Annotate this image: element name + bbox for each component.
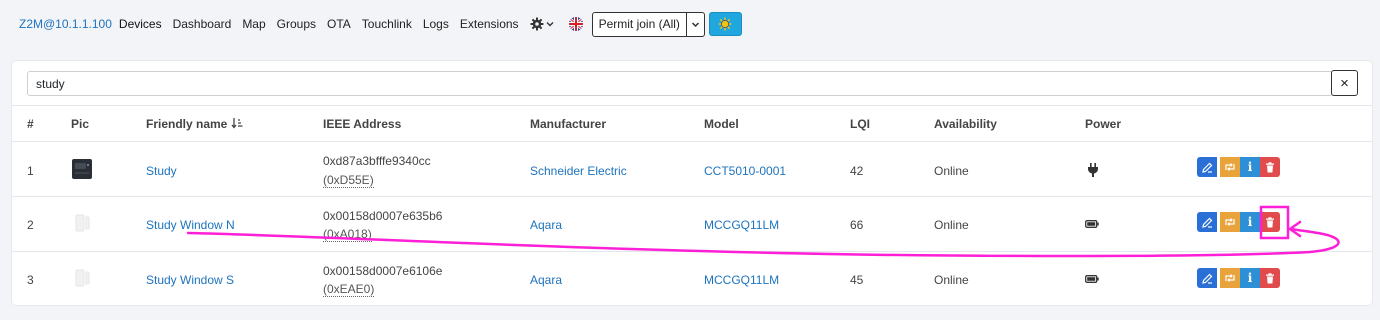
reconfigure-button[interactable]	[1220, 157, 1240, 177]
device-search-input[interactable]	[27, 71, 1333, 96]
caret-down-icon	[546, 22, 554, 27]
device-name-link[interactable]: Study Window S	[146, 273, 234, 287]
trash-icon	[1266, 216, 1274, 227]
col-header-lqi[interactable]: LQI	[850, 117, 870, 131]
lqi-value: 45	[850, 273, 864, 287]
table-divider	[12, 105, 1372, 106]
battery-icon	[1085, 275, 1099, 283]
col-header-friendly-name[interactable]: Friendly name	[146, 117, 243, 131]
lqi-value: 66	[850, 218, 864, 232]
info-button[interactable]: i	[1240, 157, 1260, 177]
nav-link-ota[interactable]: OTA	[327, 17, 351, 31]
reconfigure-button[interactable]	[1220, 268, 1240, 288]
edit-button[interactable]	[1197, 212, 1217, 232]
ieee-address: 0x00158d0007e635b6	[323, 209, 443, 223]
delete-button[interactable]	[1260, 157, 1280, 177]
nav-link-extensions[interactable]: Extensions	[460, 17, 519, 31]
retweet-icon	[1225, 163, 1235, 171]
table-divider	[12, 196, 1372, 197]
info-icon: i	[1247, 215, 1253, 229]
contact-sensor-image	[75, 269, 90, 287]
sort-ascending-icon	[231, 118, 243, 129]
model-link[interactable]: MCCGQ11LM	[704, 273, 779, 287]
model-link[interactable]: MCCGQ11LM	[704, 218, 779, 232]
edit-icon	[1201, 217, 1212, 228]
row-number: 3	[27, 273, 34, 287]
row-actions: i	[1197, 268, 1280, 288]
row-number: 2	[27, 218, 34, 232]
permit-join-group: Permit join (All)	[591, 11, 705, 37]
settings-dropdown[interactable]	[530, 17, 554, 31]
table-divider	[12, 141, 1372, 142]
device-name-link[interactable]: Study Window N	[146, 218, 235, 232]
nav-link-groups[interactable]: Groups	[277, 17, 316, 31]
gear-icon	[530, 17, 544, 31]
manufacturer-link[interactable]: Aqara	[530, 218, 562, 232]
edit-button[interactable]	[1197, 268, 1217, 288]
top-navbar: Z2M@10.1.1.100 Devices Dashboard Map Gro…	[0, 0, 1380, 48]
sun-icon	[718, 17, 732, 31]
trash-icon	[1266, 161, 1274, 172]
uk-flag-icon[interactable]	[568, 17, 584, 31]
edit-icon	[1201, 273, 1212, 284]
nav-link-dashboard[interactable]: Dashboard	[173, 17, 232, 31]
row-actions: i	[1197, 212, 1280, 232]
thermostat-device-image	[72, 159, 92, 179]
device-name-link[interactable]: Study	[146, 164, 177, 178]
contact-sensor-image	[75, 214, 90, 232]
network-address: (0xD55E)	[323, 173, 374, 188]
chevron-down-icon	[691, 21, 699, 27]
retweet-icon	[1225, 274, 1235, 282]
col-header-ieee[interactable]: IEEE Address	[323, 117, 401, 131]
clear-search-button[interactable]: ×	[1331, 70, 1358, 96]
permit-join-dropdown-toggle[interactable]	[686, 11, 705, 37]
theme-toggle-button[interactable]	[708, 12, 742, 36]
col-header-model[interactable]: Model	[704, 117, 739, 131]
info-button[interactable]: i	[1240, 212, 1260, 232]
close-icon: ×	[1340, 74, 1349, 92]
availability-status: Online	[934, 218, 969, 232]
nav-link-touchlink[interactable]: Touchlink	[362, 17, 412, 31]
brand-link[interactable]: Z2M@10.1.1.100	[19, 17, 112, 31]
availability-status: Online	[934, 164, 969, 178]
devices-card: × # Pic Friendly name IEEE Address Manuf…	[12, 61, 1372, 305]
delete-button[interactable]	[1260, 268, 1280, 288]
delete-button[interactable]	[1260, 212, 1280, 232]
col-header-manufacturer[interactable]: Manufacturer	[530, 117, 606, 131]
col-header-power[interactable]: Power	[1085, 117, 1121, 131]
model-link[interactable]: CCT5010-0001	[704, 164, 786, 178]
manufacturer-link[interactable]: Aqara	[530, 273, 562, 287]
nav-link-devices[interactable]: Devices	[119, 17, 162, 31]
row-actions: i	[1197, 157, 1280, 177]
retweet-icon	[1225, 218, 1235, 226]
nav-link-map[interactable]: Map	[242, 17, 265, 31]
permit-join-button[interactable]: Permit join (All)	[591, 11, 687, 37]
plug-icon	[1088, 163, 1098, 177]
network-address: (0xEAE0)	[323, 282, 375, 297]
battery-icon	[1085, 220, 1099, 228]
col-header-number[interactable]: #	[27, 117, 34, 131]
col-header-pic: Pic	[71, 117, 90, 131]
table-divider	[12, 251, 1372, 252]
ieee-address: 0xd87a3bfffe9340cc	[323, 154, 431, 168]
reconfigure-button[interactable]	[1220, 212, 1240, 232]
network-address: (0xA018)	[323, 227, 372, 242]
manufacturer-link[interactable]: Schneider Electric	[530, 164, 627, 178]
col-header-availability[interactable]: Availability	[934, 117, 997, 131]
ieee-address: 0x00158d0007e6106e	[323, 264, 443, 278]
availability-status: Online	[934, 273, 969, 287]
edit-icon	[1201, 162, 1212, 173]
edit-button[interactable]	[1197, 157, 1217, 177]
info-icon: i	[1247, 160, 1253, 174]
lqi-value: 42	[850, 164, 864, 178]
info-button[interactable]: i	[1240, 268, 1260, 288]
col-header-friendly-name-label: Friendly name	[146, 117, 228, 131]
info-icon: i	[1247, 271, 1253, 285]
row-number: 1	[27, 164, 34, 178]
trash-icon	[1266, 272, 1274, 283]
nav-link-logs[interactable]: Logs	[423, 17, 449, 31]
